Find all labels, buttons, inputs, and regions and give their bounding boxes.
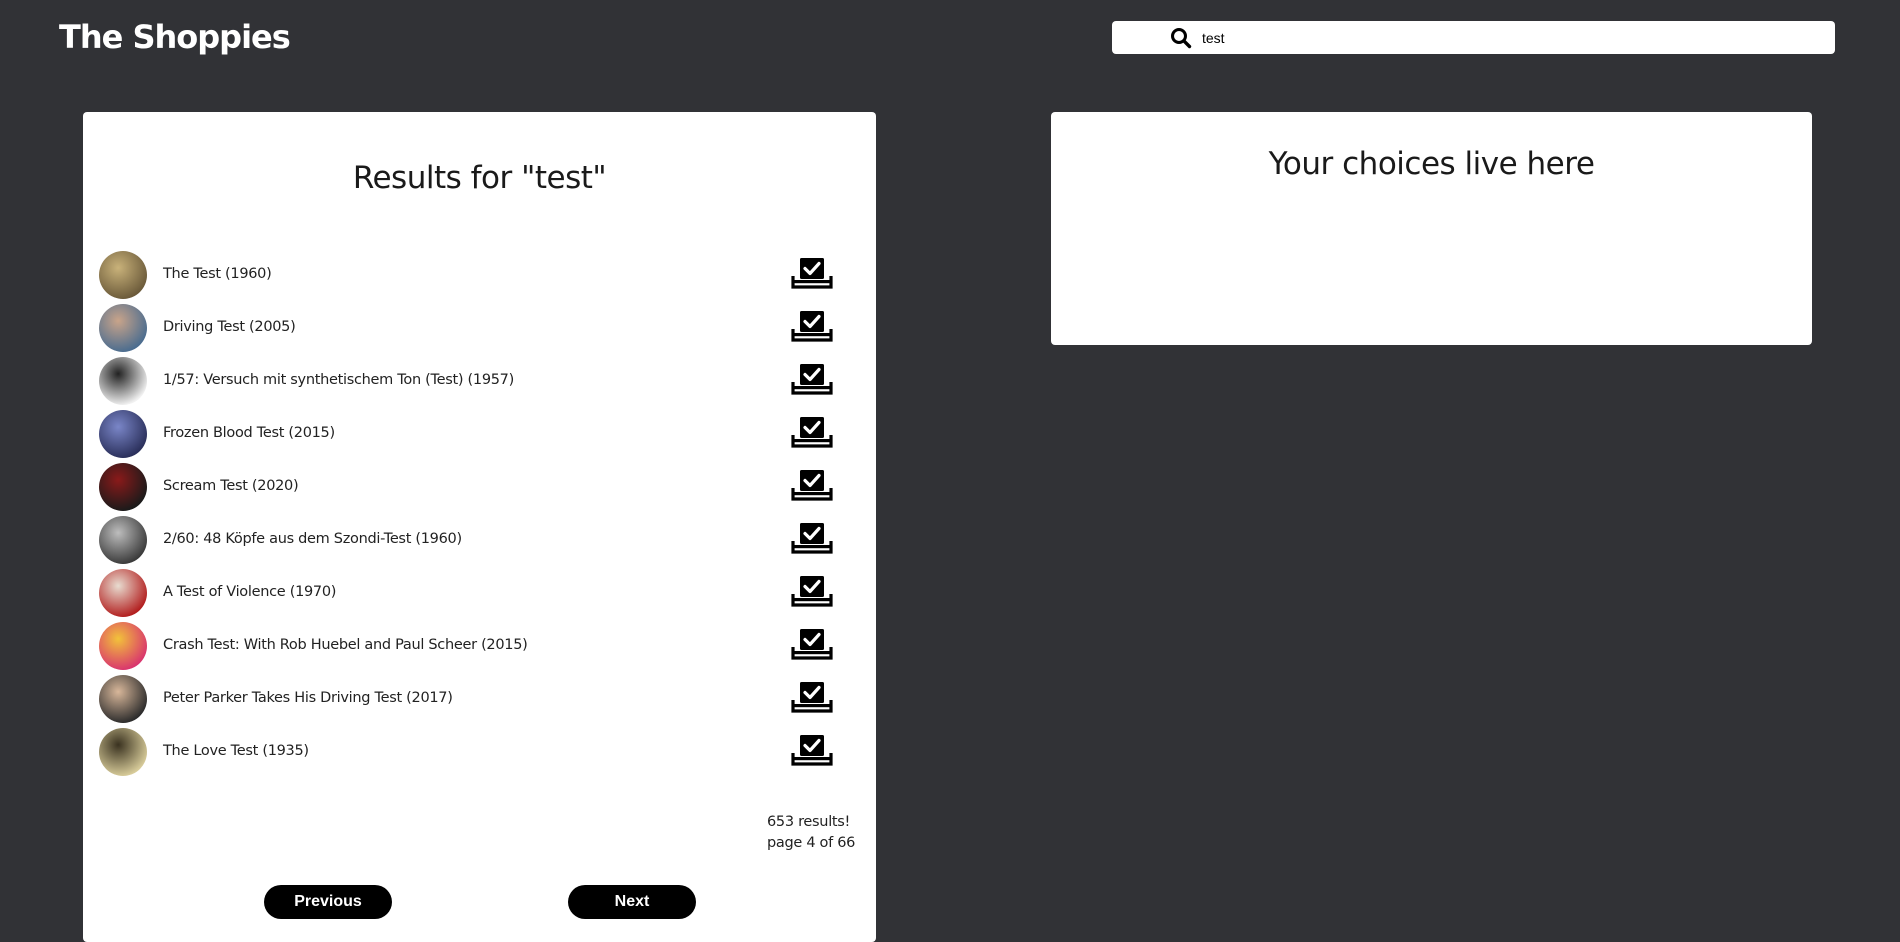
ballot-box-check-icon (791, 258, 833, 289)
search-input[interactable] (1202, 25, 1822, 51)
movie-poster-thumbnail (99, 569, 147, 617)
result-title: Frozen Blood Test (2015) (163, 425, 335, 441)
results-heading: Results for "test" (352, 160, 607, 196)
ballot-box-check-icon (791, 417, 833, 448)
list-item: Crash Test: With Rob Huebel and Paul Sch… (83, 620, 876, 673)
list-item: Scream Test (2020) (83, 461, 876, 514)
list-item: Driving Test (2005) (83, 302, 876, 355)
movie-poster-thumbnail (99, 675, 147, 723)
next-page-button[interactable]: Next (568, 885, 696, 919)
ballot-box-check-icon (791, 682, 833, 713)
result-title: A Test of Violence (1970) (163, 584, 337, 600)
ballot-box-check-icon (791, 470, 833, 501)
page-indicator: page 4 of 66 (767, 835, 856, 851)
nominate-button[interactable] (791, 522, 833, 554)
ballot-box-check-icon (791, 629, 833, 660)
list-item: Frozen Blood Test (2015) (83, 408, 876, 461)
nominations-heading: Your choices live here (1268, 146, 1595, 182)
result-title: 1/57: Versuch mit synthetischem Ton (Tes… (163, 372, 514, 388)
movie-poster-thumbnail (99, 622, 147, 670)
movie-poster-thumbnail (99, 304, 147, 352)
nominate-button[interactable] (791, 469, 833, 501)
result-title: Peter Parker Takes His Driving Test (201… (163, 690, 453, 706)
nominate-button[interactable] (791, 363, 833, 395)
result-title: Driving Test (2005) (163, 319, 296, 335)
search-bar[interactable] (1112, 21, 1835, 54)
nominate-button[interactable] (791, 734, 833, 766)
result-count: 653 results! (767, 814, 851, 830)
result-title: The Test (1960) (163, 266, 272, 282)
results-list: The Test (1960) Driving Test (2005) 1/57… (83, 249, 876, 779)
ballot-box-check-icon (791, 364, 833, 395)
list-item: The Love Test (1935) (83, 726, 876, 779)
list-item: The Test (1960) (83, 249, 876, 302)
movie-poster-thumbnail (99, 251, 147, 299)
movie-poster-thumbnail (99, 516, 147, 564)
list-item: 2/60: 48 Köpfe aus dem Szondi-Test (1960… (83, 514, 876, 567)
result-title: Crash Test: With Rob Huebel and Paul Sch… (163, 637, 528, 653)
previous-page-button[interactable]: Previous (264, 885, 392, 919)
app-title: The Shoppies (59, 18, 291, 56)
list-item: A Test of Violence (1970) (83, 567, 876, 620)
movie-poster-thumbnail (99, 357, 147, 405)
movie-poster-thumbnail (99, 463, 147, 511)
ballot-box-check-icon (791, 735, 833, 766)
ballot-box-check-icon (791, 523, 833, 554)
ballot-box-check-icon (791, 311, 833, 342)
nominate-button[interactable] (791, 257, 833, 289)
nominate-button[interactable] (791, 310, 833, 342)
results-panel: Results for "test" The Test (1960) Drivi… (83, 112, 876, 942)
nominate-button[interactable] (791, 416, 833, 448)
result-title: The Love Test (1935) (163, 743, 309, 759)
list-item: 1/57: Versuch mit synthetischem Ton (Tes… (83, 355, 876, 408)
result-title: 2/60: 48 Köpfe aus dem Szondi-Test (1960… (163, 531, 462, 547)
result-title: Scream Test (2020) (163, 478, 299, 494)
movie-poster-thumbnail (99, 410, 147, 458)
nominations-panel: Your choices live here (1051, 112, 1812, 345)
nominate-button[interactable] (791, 681, 833, 713)
ballot-box-check-icon (791, 576, 833, 607)
nominate-button[interactable] (791, 628, 833, 660)
nominate-button[interactable] (791, 575, 833, 607)
movie-poster-thumbnail (99, 728, 147, 776)
list-item: Peter Parker Takes His Driving Test (201… (83, 673, 876, 726)
search-icon (1171, 28, 1192, 49)
